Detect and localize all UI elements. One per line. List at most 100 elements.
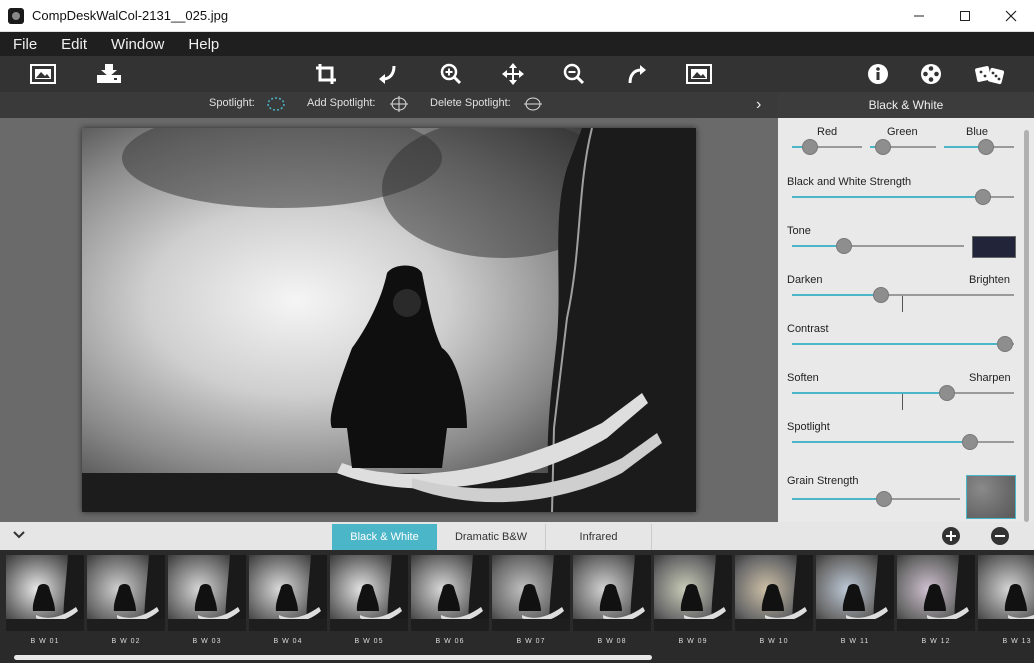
preset-thumbnail-image <box>330 555 408 631</box>
contrast-knob[interactable] <box>997 336 1013 352</box>
random-preset-button[interactable] <box>974 60 1004 88</box>
preset-tab-bar: Black & White Dramatic B&W Infrared <box>0 522 1034 550</box>
blue-slider[interactable] <box>944 139 1014 155</box>
preset-thumbnail[interactable] <box>654 555 732 631</box>
red-slider-knob[interactable] <box>802 139 818 155</box>
preset-thumbnail-label: B W 03 <box>192 638 222 645</box>
crop-button[interactable] <box>311 60 341 88</box>
settings-button[interactable] <box>916 60 946 88</box>
red-slider[interactable] <box>792 139 862 155</box>
panel-scrollbar[interactable] <box>1024 130 1029 522</box>
collapse-strip-chevron-icon[interactable] <box>12 530 26 540</box>
soften-label: Soften <box>787 372 819 384</box>
add-preset-icon[interactable] <box>941 526 961 546</box>
zoom-out-icon <box>563 63 585 85</box>
preset-thumbnail[interactable] <box>816 555 894 631</box>
preset-thumbnail-label: B W 04 <box>273 638 303 645</box>
rotate-left-button[interactable] <box>373 60 403 88</box>
preset-thumbnail[interactable] <box>249 555 327 631</box>
delete-spotlight-label: Delete Spotlight: <box>430 97 511 109</box>
preset-thumbnail[interactable] <box>411 555 489 631</box>
bw-strength-slider[interactable] <box>792 189 1014 205</box>
red-label: Red <box>817 126 838 138</box>
window-title: CompDeskWalCol-2131__025.jpg <box>32 8 229 23</box>
darken-brighten-slider[interactable] <box>792 287 1014 303</box>
toolbar <box>0 56 1034 92</box>
delete-spotlight-icon[interactable] <box>523 96 543 112</box>
menu-window[interactable]: Window <box>98 36 175 53</box>
open-image-icon <box>30 64 56 84</box>
tone-knob[interactable] <box>836 238 852 254</box>
preset-thumbnail[interactable] <box>6 555 84 631</box>
darken-brighten-knob[interactable] <box>873 287 889 303</box>
green-label: Green <box>887 126 918 138</box>
tone-label: Tone <box>787 225 811 237</box>
bw-strength-knob[interactable] <box>975 189 991 205</box>
pan-button[interactable] <box>498 60 528 88</box>
preset-thumbnail[interactable] <box>168 555 246 631</box>
panel-title: Black & White <box>778 92 1034 118</box>
info-button[interactable] <box>863 60 893 88</box>
open-image-button[interactable] <box>28 60 58 88</box>
sharpen-label: Sharpen <box>969 372 1011 384</box>
preset-thumbnail-image <box>168 555 246 631</box>
green-slider[interactable] <box>870 139 936 155</box>
blue-slider-knob[interactable] <box>978 139 994 155</box>
menu-edit[interactable]: Edit <box>48 36 98 53</box>
minimize-button[interactable] <box>896 0 942 31</box>
strip-scrollbar[interactable] <box>14 655 652 660</box>
spotlight-bar: Spotlight: Add Spotlight: Delete Spotlig… <box>0 92 778 118</box>
adjustments-panel: Red Green Blue Black and White Strength … <box>778 118 1034 522</box>
soften-sharpen-slider[interactable] <box>792 385 1014 401</box>
preset-thumbnail-image <box>978 555 1034 631</box>
soften-sharpen-center-tick <box>902 394 903 410</box>
preset-thumbnail[interactable] <box>735 555 813 631</box>
close-button[interactable] <box>988 0 1034 31</box>
spotlight-icon[interactable] <box>266 96 286 112</box>
preset-thumbnail-image <box>735 555 813 631</box>
grain-slider[interactable] <box>792 491 960 507</box>
preset-thumbnail[interactable] <box>573 555 651 631</box>
fit-image-button[interactable] <box>684 60 714 88</box>
tone-color-swatch[interactable] <box>972 236 1016 258</box>
preset-thumbnail-label: B W 07 <box>516 638 546 645</box>
preset-thumbnail-image <box>6 555 84 631</box>
tab-dramatic-bw[interactable]: Dramatic B&W <box>437 524 546 550</box>
preset-thumbnail[interactable] <box>978 555 1034 631</box>
maximize-button[interactable] <box>942 0 988 31</box>
tab-black-white[interactable]: Black & White <box>332 524 437 550</box>
spotlight-slider[interactable] <box>792 434 1014 450</box>
rotate-right-button[interactable] <box>622 60 652 88</box>
preset-thumbnail-image <box>897 555 975 631</box>
soften-sharpen-knob[interactable] <box>939 385 955 401</box>
green-slider-knob[interactable] <box>875 139 891 155</box>
preset-thumbnail[interactable] <box>87 555 165 631</box>
grain-knob[interactable] <box>876 491 892 507</box>
tone-slider[interactable] <box>792 238 964 254</box>
preset-thumbnail-label: B W 10 <box>759 638 789 645</box>
zoom-in-button[interactable] <box>436 60 466 88</box>
tab-infrared[interactable]: Infrared <box>546 524 652 550</box>
photo-preview <box>82 128 696 512</box>
preset-thumbnail[interactable] <box>897 555 975 631</box>
title-bar: CompDeskWalCol-2131__025.jpg <box>0 0 1034 32</box>
info-icon <box>868 64 888 84</box>
menu-file[interactable]: File <box>0 36 48 53</box>
zoom-out-button[interactable] <box>559 60 589 88</box>
spotlight-knob[interactable] <box>962 434 978 450</box>
remove-preset-icon[interactable] <box>990 526 1010 546</box>
grain-preview[interactable] <box>966 475 1016 519</box>
menu-help[interactable]: Help <box>175 36 230 53</box>
minimize-icon <box>914 15 924 16</box>
grain-strength-label: Grain Strength <box>787 475 859 487</box>
darken-brighten-center-tick <box>902 296 903 312</box>
collapse-panel-arrow-icon[interactable]: › <box>756 96 761 114</box>
contrast-slider[interactable] <box>792 336 1014 352</box>
save-button[interactable] <box>94 60 124 88</box>
preset-thumbnail[interactable] <box>492 555 570 631</box>
photo-image <box>82 128 696 512</box>
add-spotlight-icon[interactable] <box>389 96 409 112</box>
preset-thumbnail[interactable] <box>330 555 408 631</box>
image-canvas[interactable] <box>0 118 778 522</box>
brighten-label: Brighten <box>969 274 1010 286</box>
